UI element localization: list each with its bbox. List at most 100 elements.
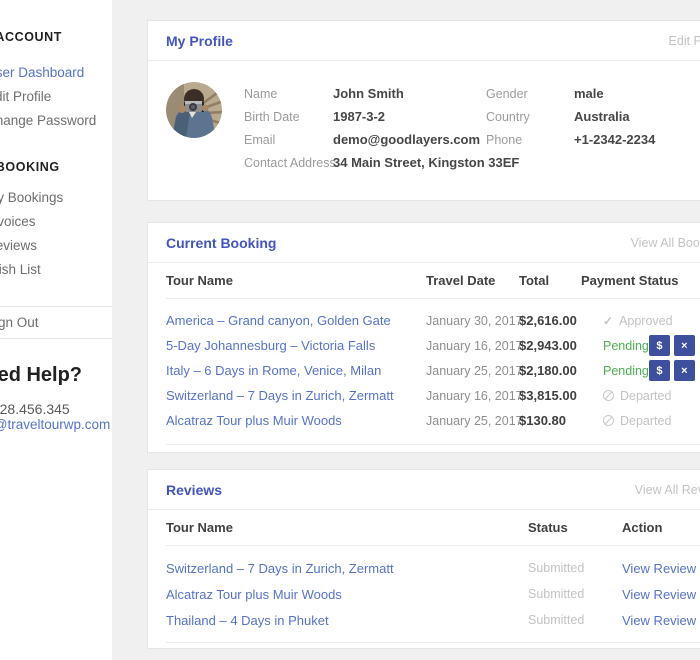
sidebar-heading-my-booking: MY BOOKING: [0, 160, 60, 174]
tour-name-link[interactable]: Switzerland – 7 Days in Zurich, Zermatt: [166, 388, 426, 403]
account-menu: User Dashboard Edit Profile Change Passw…: [0, 61, 112, 133]
current-booking-header: Current Booking View All Bookings: [148, 223, 700, 263]
payment-status-cell: Departed: [581, 389, 700, 403]
field-label-birth-date: Birth Date: [244, 110, 333, 124]
view-all-bookings-link[interactable]: View All Bookings: [631, 236, 700, 250]
need-help-title: Need Help?: [0, 364, 82, 387]
booking-total: $2,180.00: [519, 363, 581, 378]
field-label-name: Name: [244, 87, 333, 101]
field-label-contact-address: Contact Address: [244, 156, 333, 170]
booking-total: $3,815.00: [519, 388, 581, 403]
payment-status-text: Departed: [620, 414, 671, 428]
review-table-row: Alcatraz Tour plus Muir Woods Submitted …: [166, 581, 700, 607]
sidebar-item-reviews[interactable]: Reviews: [0, 234, 112, 258]
reviews-table-body: Switzerland – 7 Days in Zurich, Zermatt …: [166, 546, 700, 633]
booking-table-header: Tour Name Travel Date Total Payment Stat…: [166, 263, 700, 299]
tour-name-link[interactable]: Switzerland – 7 Days in Zurich, Zermatt: [166, 561, 528, 576]
booking-total: $2,616.00: [519, 313, 581, 328]
current-booking-panel: Current Booking View All Bookings Tour N…: [147, 222, 700, 453]
view-all-reviews-link[interactable]: View All Reviews: [635, 483, 700, 497]
reviews-table-header: Tour Name Status Action: [166, 510, 700, 546]
field-value-contact-address: 34 Main Street, Kingston 33EF: [333, 155, 486, 170]
account-sidebar-inner: MY ACCOUNT User Dashboard Edit Profile C…: [0, 0, 112, 660]
profile-fields-right: Gender male Country Australia Phone +1-2…: [486, 82, 655, 174]
view-review-link[interactable]: View Review: [622, 561, 700, 576]
booking-table-body: America – Grand canyon, Golden Gate Janu…: [166, 299, 700, 433]
column-header-tour-name: Tour Name: [166, 520, 528, 535]
field-value-email: demo@goodlayers.com: [333, 132, 486, 147]
departed-circle-slash-icon: [603, 390, 614, 401]
booking-table-row: Switzerland – 7 Days in Zurich, Zermatt …: [166, 383, 700, 408]
booking-menu: My Bookings Invoices Reviews Wish List: [0, 186, 112, 282]
my-profile-title: My Profile: [166, 33, 233, 49]
travel-date: January 16, 2017: [426, 389, 519, 403]
edit-profile-link[interactable]: Edit Profile: [669, 34, 700, 48]
reviews-table: Tour Name Status Action Switzerland – 7 …: [166, 510, 700, 643]
tour-name-link[interactable]: Alcatraz Tour plus Muir Woods: [166, 587, 528, 602]
field-label-phone: Phone: [486, 133, 574, 147]
view-review-link[interactable]: View Review: [622, 587, 700, 602]
booking-table-row: Italy – 6 Days in Rome, Venice, Milan Ja…: [166, 358, 700, 383]
booking-table-row: America – Grand canyon, Golden Gate Janu…: [166, 308, 700, 333]
my-profile-panel: My Profile Edit Profile: [147, 20, 700, 201]
sidebar-divider: [0, 338, 112, 339]
column-header-travel-date: Travel Date: [426, 273, 519, 288]
payment-actions: $ ×: [649, 360, 695, 381]
review-status: Submitted: [528, 613, 622, 627]
column-header-tour-name: Tour Name: [166, 273, 426, 288]
payment-actions: $ ×: [649, 335, 695, 356]
column-header-payment-status: Payment Status: [581, 273, 700, 288]
field-value-phone: +1-2342-2234: [574, 132, 655, 147]
view-review-link[interactable]: View Review: [622, 613, 700, 628]
payment-status-cell: Pending $ ×: [581, 335, 700, 356]
sidebar-item-sign-out[interactable]: Sign Out: [0, 311, 39, 335]
payment-status-cell: ✓ Approved: [581, 314, 700, 328]
review-status: Submitted: [528, 587, 622, 601]
tour-name-link[interactable]: 5-Day Johannesburg – Victoria Falls: [166, 338, 426, 353]
field-value-birth-date: 1987-3-2: [333, 109, 486, 124]
payment-status-text: Approved: [619, 314, 673, 328]
cancel-booking-button[interactable]: ×: [674, 360, 695, 381]
sidebar-item-change-password[interactable]: Change Password: [0, 109, 112, 133]
travel-date: January 25, 2017: [426, 414, 519, 428]
sidebar-item-my-bookings[interactable]: My Bookings: [0, 186, 112, 210]
tour-name-link[interactable]: Italy – 6 Days in Rome, Venice, Milan: [166, 363, 426, 378]
my-profile-header: My Profile Edit Profile: [148, 21, 700, 61]
payment-status-cell: Pending $ ×: [581, 360, 700, 381]
help-email-link[interactable]: info@traveltourwp.com: [0, 417, 110, 432]
sidebar-heading-my-account: MY ACCOUNT: [0, 30, 62, 44]
booking-total: $130.80: [519, 413, 581, 428]
profile-details: Name John Smith Birth Date 1987-3-2 Emai…: [148, 61, 700, 200]
sidebar-item-user-dashboard[interactable]: User Dashboard: [0, 61, 112, 85]
pay-button[interactable]: $: [649, 335, 670, 356]
pay-button[interactable]: $: [649, 360, 670, 381]
booking-total: $2,943.00: [519, 338, 581, 353]
account-sidebar: MY ACCOUNT User Dashboard Edit Profile C…: [0, 0, 112, 660]
field-label-email: Email: [244, 133, 333, 147]
travel-date: January 16, 2017: [426, 339, 519, 353]
help-phone-number: +1.128.456.345: [0, 401, 70, 417]
payment-status-text: Pending: [603, 339, 649, 353]
column-header-status: Status: [528, 520, 622, 535]
field-label-gender: Gender: [486, 87, 574, 101]
payment-status-cell: Departed: [581, 414, 700, 428]
review-table-row: Switzerland – 7 Days in Zurich, Zermatt …: [166, 555, 700, 581]
travel-date: January 25, 2017: [426, 364, 519, 378]
payment-status-text: Pending: [603, 364, 649, 378]
cancel-booking-button[interactable]: ×: [674, 335, 695, 356]
reviews-header: Reviews View All Reviews: [148, 470, 700, 510]
tour-name-link[interactable]: Alcatraz Tour plus Muir Woods: [166, 413, 426, 428]
booking-table-row: Alcatraz Tour plus Muir Woods January 25…: [166, 408, 700, 433]
travel-date: January 30, 2017: [426, 314, 519, 328]
tour-name-link[interactable]: Thailand – 4 Days in Phuket: [166, 613, 528, 628]
avatar-photo-placeholder: [166, 82, 222, 138]
booking-table-row: 5-Day Johannesburg – Victoria Falls Janu…: [166, 333, 700, 358]
sidebar-item-edit-profile[interactable]: Edit Profile: [0, 85, 112, 109]
sidebar-item-wish-list[interactable]: Wish List: [0, 258, 112, 282]
sidebar-item-invoices[interactable]: Invoices: [0, 210, 112, 234]
panel-bottom-spacer: [148, 445, 700, 452]
payment-status-text: Departed: [620, 389, 671, 403]
tour-name-link[interactable]: America – Grand canyon, Golden Gate: [166, 313, 426, 328]
booking-table: Tour Name Travel Date Total Payment Stat…: [166, 263, 700, 445]
sidebar-divider: [0, 306, 112, 307]
